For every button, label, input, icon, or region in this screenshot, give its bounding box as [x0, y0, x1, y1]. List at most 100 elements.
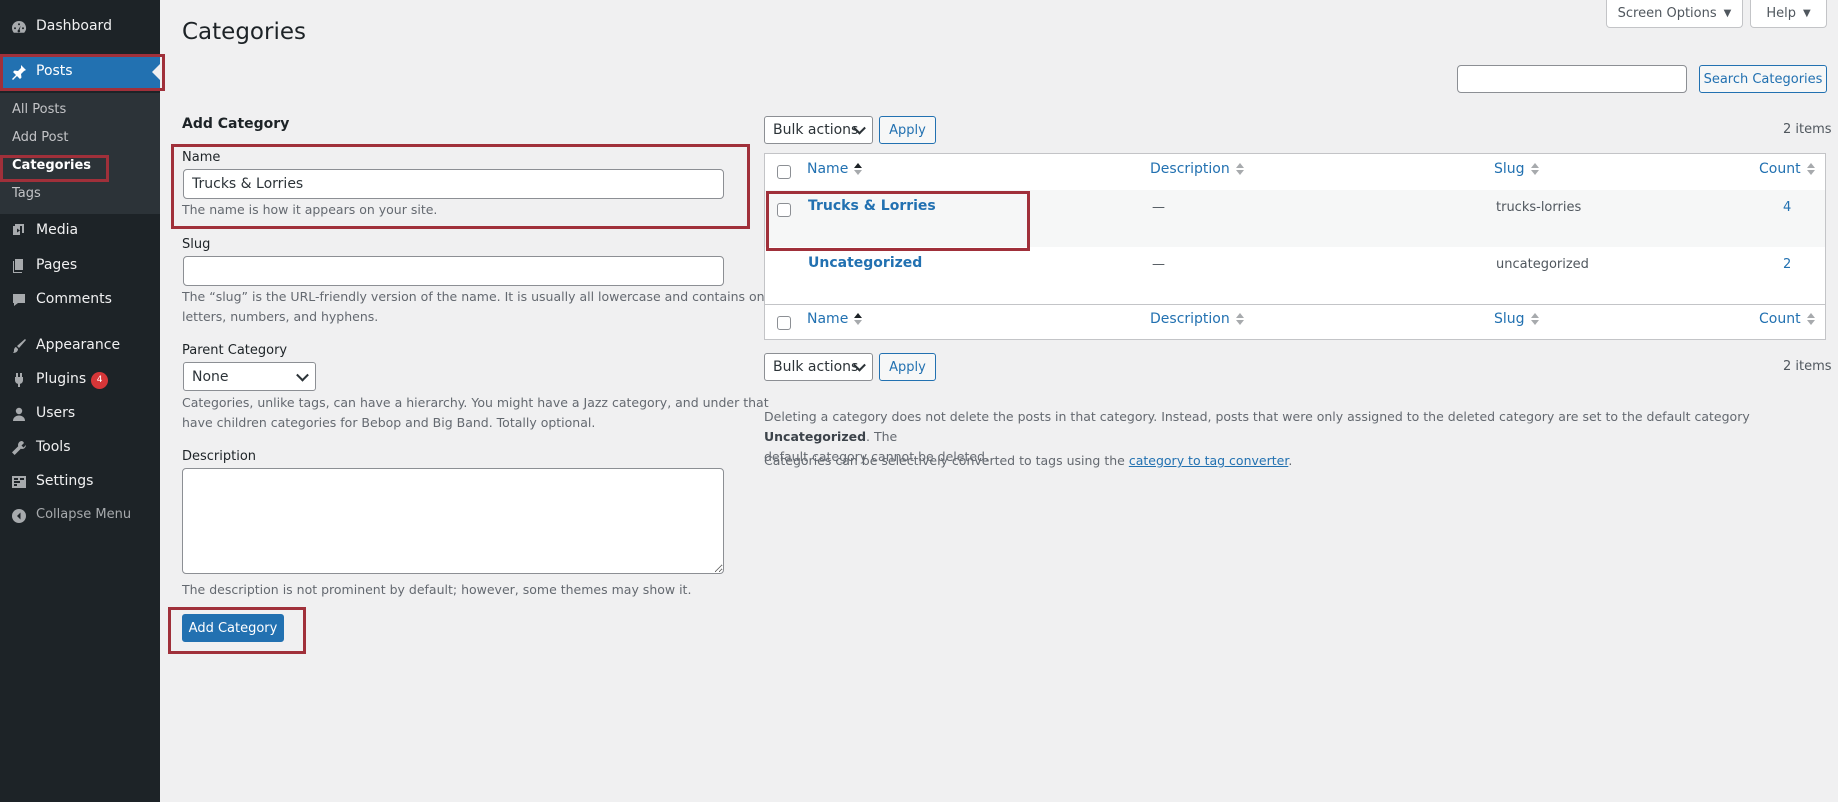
submenu-item-all-posts[interactable]: All Posts	[12, 102, 66, 117]
menu-label: Settings	[36, 473, 94, 489]
pages-icon	[13, 259, 23, 273]
column-header-name[interactable]: Name	[807, 161, 863, 177]
column-count-label: Count	[1759, 161, 1801, 177]
dashboard-icon	[12, 20, 27, 33]
posts-submenu: All Posts Add Post Categories Tags	[0, 93, 160, 214]
chevron-down-icon	[296, 368, 309, 382]
slug-input[interactable]	[183, 256, 724, 286]
category-name-link[interactable]: Uncategorized	[808, 255, 922, 271]
table-row: Trucks & Lorries — trucks-lorries 4	[765, 190, 1825, 247]
update-count-badge: 4	[91, 372, 109, 389]
menu-item-comments[interactable]: Comments	[0, 283, 160, 317]
comments-icon	[13, 294, 25, 306]
menu-item-plugins[interactable]: Plugins 4	[0, 363, 160, 397]
add-category-button[interactable]: Add Category	[182, 614, 284, 642]
collapse-menu-button[interactable]: Collapse Menu	[0, 499, 160, 533]
converter-note: Categories can be selectively converted …	[764, 451, 1292, 471]
column-footer-description[interactable]: Description	[1150, 311, 1244, 327]
bulk-actions-value: Bulk actions	[773, 122, 859, 138]
column-count-label: Count	[1759, 311, 1801, 327]
note-text: Deleting a category does not delete the …	[764, 409, 1750, 424]
parent-category-value: None	[192, 368, 229, 385]
column-header-count[interactable]: Count	[1759, 161, 1815, 177]
categories-table: Name Description Slug Count Trucks & Lor…	[764, 153, 1826, 340]
column-name-label: Name	[807, 161, 849, 177]
search-categories-button[interactable]: Search Categories	[1699, 65, 1827, 93]
screen-options-button[interactable]: Screen Options ▼	[1606, 0, 1743, 28]
menu-label: Pages	[36, 257, 78, 273]
menu-label: Media	[36, 222, 79, 238]
category-name-link[interactable]: Trucks & Lorries	[808, 198, 936, 214]
slug-label: Slug	[182, 237, 211, 252]
caret-down-icon: ▼	[1802, 8, 1811, 19]
page-title: Categories	[182, 19, 306, 45]
caret-down-icon: ▼	[1723, 8, 1732, 19]
column-footer-count[interactable]: Count	[1759, 311, 1815, 327]
sort-icon	[1235, 162, 1244, 176]
parent-category-select[interactable]: None	[183, 362, 316, 391]
sort-icon	[1530, 312, 1539, 326]
sort-asc-icon	[854, 312, 863, 326]
name-help-text: The name is how it appears on your site.	[182, 202, 438, 217]
menu-item-media[interactable]: Media	[0, 214, 160, 248]
slug-help-line-1: The “slug” is the URL-friendly version o…	[182, 289, 776, 304]
description-label: Description	[182, 449, 257, 464]
column-header-slug[interactable]: Slug	[1494, 161, 1539, 177]
category-count-link[interactable]: 4	[1783, 200, 1791, 215]
sort-icon	[1806, 162, 1815, 176]
apply-button-bottom[interactable]: Apply	[879, 353, 936, 381]
name-input[interactable]	[183, 169, 724, 199]
parent-help-line-1: Categories, unlike tags, can have a hier…	[182, 395, 769, 410]
select-all-checkbox-footer[interactable]	[777, 316, 791, 330]
table-header-row: Name Description Slug Count	[765, 154, 1825, 191]
table-row: Uncategorized — uncategorized 2	[765, 247, 1825, 305]
menu-label: Users	[36, 405, 76, 421]
note-text: .	[1288, 453, 1293, 468]
bulk-actions-select-bottom[interactable]: Bulk actions	[764, 353, 873, 381]
items-count-bottom: 2 items	[1783, 359, 1832, 374]
parent-help-line-2: have children categories for Bebop and B…	[182, 415, 596, 430]
menu-label: Dashboard	[36, 18, 112, 34]
menu-item-posts[interactable]: Posts	[0, 55, 160, 89]
column-footer-name[interactable]: Name	[807, 311, 863, 327]
menu-item-dashboard[interactable]: Dashboard	[0, 10, 160, 44]
submenu-item-categories[interactable]: Categories	[12, 158, 91, 173]
search-categories-input[interactable]	[1457, 65, 1687, 93]
wrench-icon	[12, 441, 26, 455]
submenu-item-tags[interactable]: Tags	[12, 186, 41, 201]
sort-icon	[1235, 312, 1244, 326]
settings-icon	[12, 476, 26, 488]
column-slug-label: Slug	[1494, 311, 1525, 327]
note-default-category: Uncategorized	[764, 429, 867, 444]
pin-icon	[12, 65, 26, 80]
column-footer-slug[interactable]: Slug	[1494, 311, 1539, 327]
category-slug: trucks-lorries	[1496, 200, 1582, 215]
submenu-item-add-post[interactable]: Add Post	[12, 130, 69, 145]
category-to-tag-converter-link[interactable]: category to tag converter	[1129, 453, 1288, 468]
note-text: . The	[866, 429, 898, 444]
description-help-text: The description is not prominent by defa…	[182, 582, 692, 597]
apply-button-top[interactable]: Apply	[879, 116, 936, 144]
slug-help-line-2: letters, numbers, and hyphens.	[182, 309, 379, 324]
menu-item-users[interactable]: Users	[0, 397, 160, 431]
menu-item-appearance[interactable]: Appearance	[0, 329, 160, 363]
menu-item-settings[interactable]: Settings	[0, 465, 160, 499]
help-button[interactable]: Help ▼	[1750, 0, 1827, 28]
user-icon	[13, 407, 25, 421]
table-footer-row: Name Description Slug Count	[765, 305, 1825, 339]
sort-icon	[1806, 312, 1815, 326]
sort-icon	[1530, 162, 1539, 176]
menu-item-tools[interactable]: Tools	[0, 431, 160, 465]
menu-label: Comments	[36, 291, 112, 307]
brush-icon	[13, 339, 26, 353]
menu-label: Plugins 4	[36, 371, 109, 389]
column-header-description[interactable]: Description	[1150, 161, 1244, 177]
category-slug: uncategorized	[1496, 257, 1589, 272]
column-name-label: Name	[807, 311, 849, 327]
menu-item-pages[interactable]: Pages	[0, 249, 160, 283]
bulk-actions-select-top[interactable]: Bulk actions	[764, 116, 873, 144]
category-count-link[interactable]: 2	[1783, 257, 1791, 272]
row-checkbox[interactable]	[777, 203, 791, 217]
select-all-checkbox[interactable]	[777, 165, 791, 179]
description-textarea[interactable]	[182, 468, 724, 574]
